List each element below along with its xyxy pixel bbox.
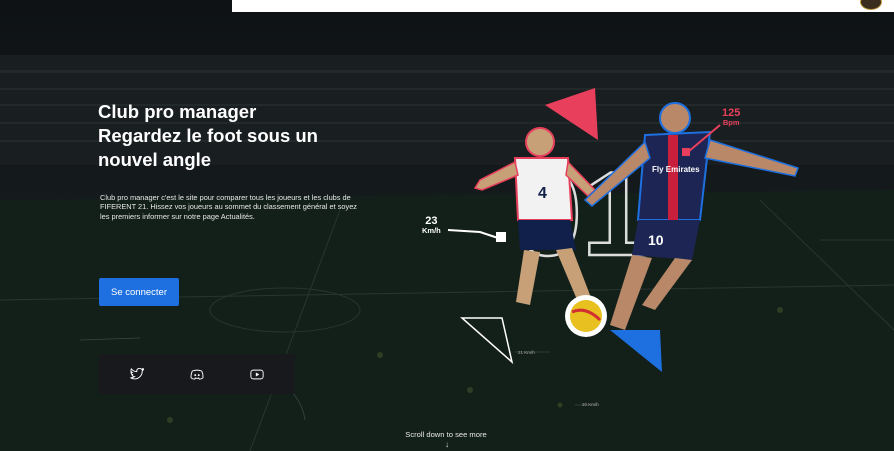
hero-title-line-2: Regardez le foot sous un — [98, 125, 318, 146]
speed-pointer-line — [447, 229, 499, 239]
hero-title-line-1: Club pro manager — [98, 101, 257, 122]
social-links — [99, 354, 295, 394]
right-shirt-number: 10 — [648, 232, 664, 248]
twitter-icon — [130, 368, 144, 380]
login-button[interactable]: Se connecter — [99, 278, 179, 306]
blue-triangle-shape — [610, 330, 662, 372]
mini-speed-label-1: 21 Km/h — [518, 350, 535, 355]
hero-description: Club pro manager c'est le site pour comp… — [100, 193, 358, 221]
players-illustration: 01 4 Fly Emirates 10 — [447, 88, 799, 372]
speed-stat: 23 Km/h — [422, 216, 441, 236]
speed-value: 23 — [425, 215, 438, 227]
bpm-pointer-marker — [682, 148, 690, 156]
discord-icon — [190, 369, 204, 380]
hero-title: Club pro manager Regardez le foot sous u… — [98, 100, 378, 172]
twitter-link[interactable] — [127, 364, 147, 384]
red-triangle-shape — [545, 88, 598, 140]
youtube-link[interactable] — [247, 364, 267, 384]
right-sponsor: Fly Emirates — [652, 165, 700, 174]
heart-rate-value: 125 — [722, 107, 741, 119]
outline-triangle-shape — [460, 317, 514, 365]
mini-speed-label-2: 20 Km/h — [582, 402, 599, 407]
speed-pointer-marker — [496, 232, 506, 242]
scroll-hint[interactable]: Scroll down to see more — [380, 430, 512, 439]
heart-rate-unit: Bpm — [722, 118, 740, 127]
heart-rate-stat: 125 Bpm — [722, 108, 740, 128]
left-shirt-number: 4 — [538, 185, 547, 202]
top-navbar — [232, 0, 894, 12]
football-icon — [565, 295, 607, 337]
discord-link[interactable] — [187, 364, 207, 384]
arrow-down-icon[interactable]: ↓ — [445, 441, 449, 449]
speed-unit: Km/h — [422, 226, 441, 235]
hero-title-line-3: nouvel angle — [98, 149, 212, 170]
youtube-icon — [250, 369, 264, 379]
